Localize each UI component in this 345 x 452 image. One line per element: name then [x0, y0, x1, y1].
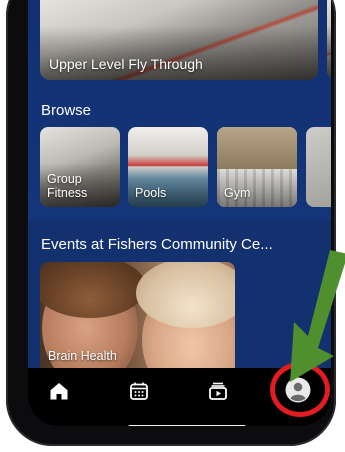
browse-card-group-fitness[interactable]: Group Fitness	[40, 127, 120, 207]
browse-card-gym[interactable]: Gym	[217, 127, 297, 207]
calendar-icon	[130, 382, 148, 400]
browse-label: Gym	[224, 186, 251, 200]
pointer-arrow-icon	[290, 250, 345, 382]
tour-thumbnail	[327, 0, 331, 80]
event-card-brain-health[interactable]: Brain Health	[40, 262, 235, 370]
browse-label: Pools	[135, 186, 167, 200]
browse-card-pools[interactable]: Pools	[128, 127, 208, 207]
browse-title: Browse	[41, 102, 92, 119]
tab-videos[interactable]	[205, 378, 231, 404]
featured-tour-card-next[interactable]: M	[327, 0, 331, 80]
video-library-icon	[209, 382, 227, 400]
tab-calendar[interactable]	[126, 378, 152, 404]
tour-label: Upper Level Fly Through	[49, 56, 203, 72]
event-label: Brain Health	[48, 349, 117, 363]
home-icon	[50, 383, 68, 400]
browse-label: Group Fitness	[47, 172, 88, 200]
browse-card-next[interactable]	[306, 127, 331, 207]
events-title: Events at Fishers Community Ce...	[41, 236, 273, 253]
tab-home[interactable]	[46, 378, 72, 404]
home-indicator	[128, 425, 246, 426]
featured-tour-card[interactable]: Upper Level Fly Through	[40, 0, 318, 80]
browse-thumbnail	[306, 127, 331, 207]
